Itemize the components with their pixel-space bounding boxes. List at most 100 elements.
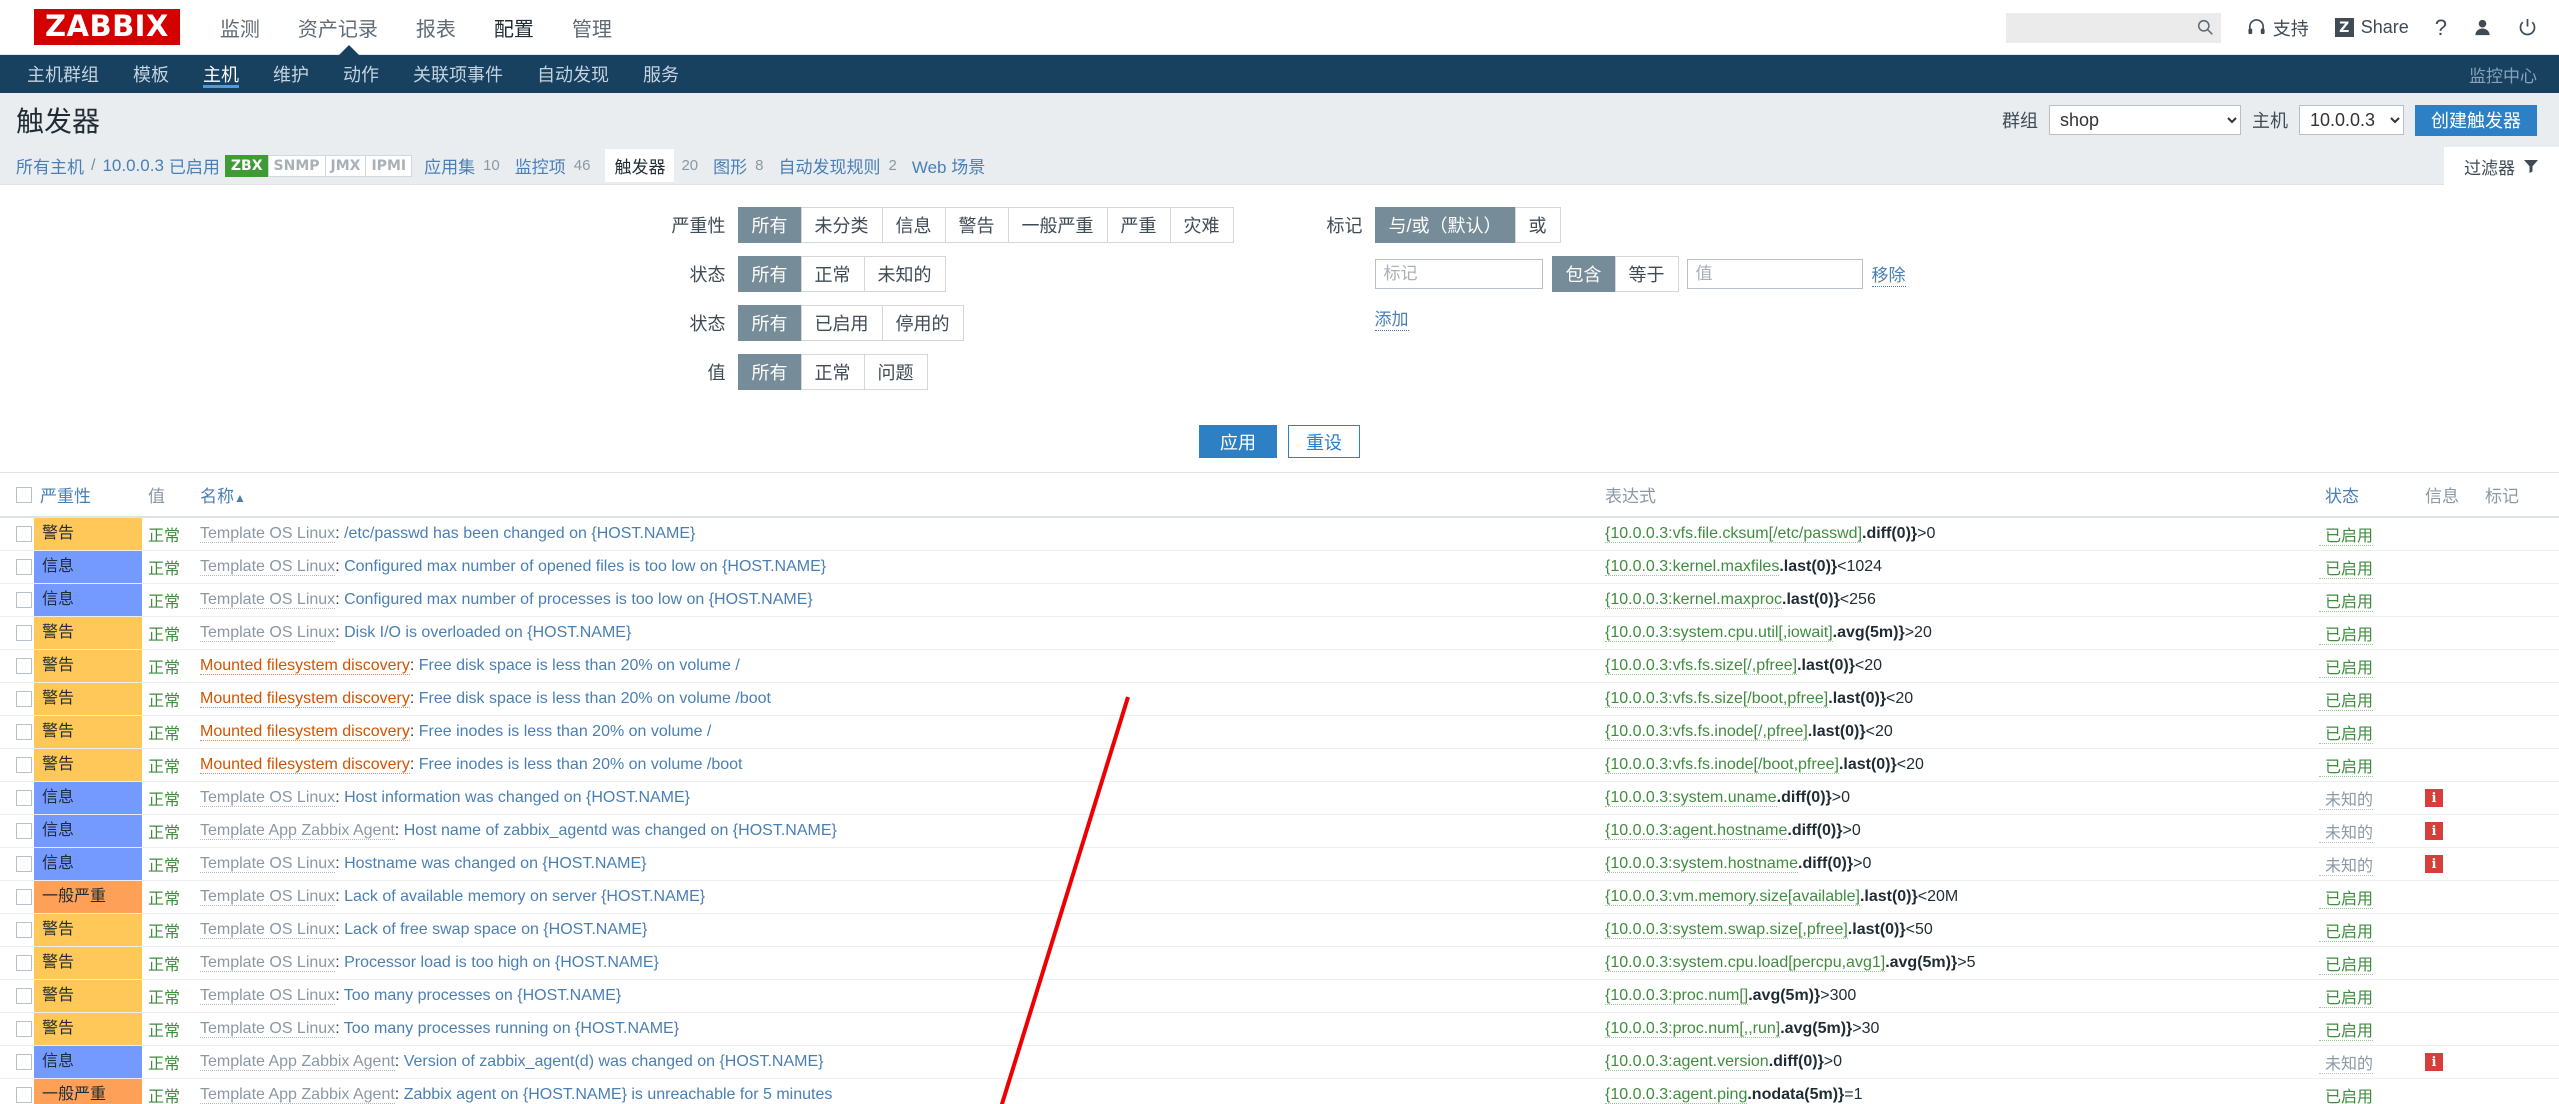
row-select-cell[interactable] (0, 583, 34, 617)
status-radioset[interactable]: 所有 已启用 停用的 (737, 305, 964, 341)
table-row[interactable]: 警告 正常 Template OS Linux: /etc/passwd has b… (0, 517, 2559, 551)
trigger-name-link[interactable]: Free inodes is less than 20% on volume / (419, 723, 712, 740)
zabbix-logo[interactable]: ZABBIX (34, 8, 180, 46)
table-row[interactable]: 警告 正常 Mounted filesystem discovery: Free d… (0, 682, 2559, 716)
support-link[interactable]: 支持 (2247, 15, 2309, 41)
status-option-停用的[interactable]: 停用的 (881, 305, 964, 341)
share-link[interactable]: Z Share (2334, 17, 2409, 38)
info-icon[interactable]: i (2425, 855, 2443, 874)
status-badge[interactable]: 已启用 (2319, 561, 2374, 579)
row-checkbox[interactable] (16, 723, 32, 740)
status-badge[interactable]: 已启用 (2319, 726, 2374, 744)
group-select[interactable]: shop (2049, 105, 2241, 135)
trigger-name-link[interactable]: Lack of free swap space on {HOST.NAME} (344, 921, 647, 938)
expression-item-ref[interactable]: {10.0.0.3:agent.version (1605, 1053, 1769, 1071)
trigger-name-prefix[interactable]: Template OS Linux (200, 624, 336, 642)
severity-radioset[interactable]: 所有 未分类 信息 警告 一般严重 严重 灾难 (737, 207, 1234, 243)
trigger-name-prefix[interactable]: Mounted filesystem discovery (200, 723, 410, 741)
severity-option-一般严重[interactable]: 一般严重 (1007, 207, 1108, 243)
table-row[interactable]: 信息 正常 Template App Zabbix Agent: Host name… (0, 814, 2559, 848)
state-option-所有[interactable]: 所有 (737, 256, 802, 292)
status-option-已启用[interactable]: 已启用 (800, 305, 883, 341)
severity-header[interactable]: 严重性 (34, 473, 142, 518)
trigger-name-prefix[interactable]: Template OS Linux (200, 921, 336, 939)
sub-nav-item-模板[interactable]: 模板 (116, 55, 186, 93)
name-header[interactable]: 名称▲ (194, 473, 1599, 518)
global-search[interactable] (2005, 12, 2221, 43)
row-select-cell[interactable] (0, 913, 34, 947)
tag-name-input[interactable] (1374, 259, 1543, 289)
trigger-name-prefix[interactable]: Template OS Linux (200, 888, 336, 906)
status-badge[interactable]: 已启用 (2319, 759, 2374, 777)
table-row[interactable]: 警告 正常 Template OS Linux: Lack of free swap… (0, 913, 2559, 947)
trigger-name-link[interactable]: Free disk space is less than 20% on volu… (419, 657, 740, 674)
tag-operator-option-包含[interactable]: 包含 (1551, 256, 1616, 292)
trigger-name-prefix[interactable]: Template App Zabbix Agent (200, 822, 395, 840)
filter-toggle-button[interactable]: 过滤器 (2444, 147, 2559, 185)
table-row[interactable]: 警告 正常 Mounted filesystem discovery: Free i… (0, 715, 2559, 749)
trigger-name-prefix[interactable]: Template OS Linux (200, 558, 336, 576)
row-checkbox[interactable] (16, 789, 32, 806)
expression-item-ref[interactable]: {10.0.0.3:vm.memory.size[available] (1605, 888, 1860, 906)
trigger-name-link[interactable]: Hostname was changed on {HOST.NAME} (344, 855, 646, 872)
row-checkbox[interactable] (16, 921, 32, 938)
state-option-正常[interactable]: 正常 (800, 256, 865, 292)
severity-option-灾难[interactable]: 灾难 (1169, 207, 1234, 243)
breadcrumb-tab-Web 场景[interactable]: Web 场景 (912, 153, 985, 178)
row-select-cell[interactable] (0, 616, 34, 650)
row-select-cell[interactable] (0, 1078, 34, 1104)
expression-item-ref[interactable]: {10.0.0.3:vfs.fs.inode[/boot,pfree] (1605, 756, 1839, 774)
row-checkbox[interactable] (16, 624, 32, 641)
table-row[interactable]: 警告 正常 Mounted filesystem discovery: Free d… (0, 649, 2559, 683)
sub-nav-item-动作[interactable]: 动作 (326, 55, 396, 93)
table-row[interactable]: 信息 正常 Template OS Linux: Hostname was chan… (0, 847, 2559, 881)
trigger-name-link[interactable]: Too many processes running on {HOST.NAME… (344, 1020, 679, 1037)
expression-item-ref[interactable]: {10.0.0.3:system.uname (1605, 789, 1777, 807)
logout-link[interactable] (2518, 18, 2537, 37)
tag-mode-option-与/或（默认）[interactable]: 与/或（默认） (1374, 207, 1516, 243)
expression-item-ref[interactable]: {10.0.0.3:agent.hostname (1605, 822, 1788, 840)
severity-option-严重[interactable]: 严重 (1106, 207, 1171, 243)
table-row[interactable]: 警告 正常 Template OS Linux: Too many processe… (0, 979, 2559, 1013)
row-select-cell[interactable] (0, 682, 34, 716)
row-checkbox[interactable] (16, 1086, 32, 1103)
main-nav-item-管理[interactable]: 管理 (570, 9, 614, 46)
host-select[interactable]: 10.0.0.3 (2299, 105, 2404, 135)
expression-item-ref[interactable]: {10.0.0.3:vfs.fs.size[/boot,pfree] (1605, 690, 1829, 708)
expression-item-ref[interactable]: {10.0.0.3:system.hostname (1605, 855, 1798, 873)
status-badge[interactable]: 未知的 (2319, 825, 2374, 843)
tag-value-input[interactable] (1686, 259, 1863, 289)
row-select-cell[interactable] (0, 946, 34, 980)
trigger-name-prefix[interactable]: Template OS Linux (200, 954, 336, 972)
table-row[interactable]: 一般严重 正常 Template App Zabbix Agent: Zabbix … (0, 1078, 2559, 1104)
status-badge[interactable]: 已启用 (2319, 594, 2374, 612)
status-badge[interactable]: 已启用 (2319, 528, 2374, 546)
trigger-name-prefix[interactable]: Template OS Linux (200, 987, 336, 1005)
select-all-checkbox[interactable] (16, 487, 32, 504)
main-nav-item-监测[interactable]: 监测 (218, 9, 262, 46)
status-badge[interactable]: 已启用 (2319, 1023, 2374, 1041)
sub-nav-item-关联项事件[interactable]: 关联项事件 (396, 55, 520, 93)
expression-item-ref[interactable]: {10.0.0.3:vfs.fs.size[/,pfree] (1605, 657, 1798, 675)
tag-remove-link[interactable]: 移除 (1871, 261, 1906, 287)
trigger-name-link[interactable]: Processor load is too high on {HOST.NAME… (344, 954, 659, 971)
trigger-name-link[interactable]: Configured max number of opened files is… (344, 558, 826, 575)
status-badge[interactable]: 已启用 (2319, 924, 2374, 942)
search-input[interactable] (2005, 12, 2221, 43)
info-icon[interactable]: i (2425, 789, 2443, 808)
tag-mode-option-或[interactable]: 或 (1514, 207, 1561, 243)
breadcrumb-all-hosts[interactable]: 所有主机 (16, 153, 84, 178)
trigger-name-prefix[interactable]: Template OS Linux (200, 789, 336, 807)
value-radioset[interactable]: 所有 正常 问题 (737, 354, 928, 390)
sub-nav-item-服务[interactable]: 服务 (626, 55, 696, 93)
breadcrumb-tab-图形[interactable]: 图形 (713, 153, 747, 178)
row-select-cell[interactable] (0, 814, 34, 848)
status-badge[interactable]: 已启用 (2319, 1089, 2374, 1104)
row-checkbox[interactable] (16, 525, 32, 542)
table-row[interactable]: 警告 正常 Template OS Linux: Too many processe… (0, 1012, 2559, 1046)
severity-option-警告[interactable]: 警告 (944, 207, 1009, 243)
status-badge[interactable]: 未知的 (2319, 792, 2374, 810)
row-checkbox[interactable] (16, 657, 32, 674)
status-badge[interactable]: 未知的 (2319, 1056, 2374, 1074)
row-select-cell[interactable] (0, 880, 34, 914)
